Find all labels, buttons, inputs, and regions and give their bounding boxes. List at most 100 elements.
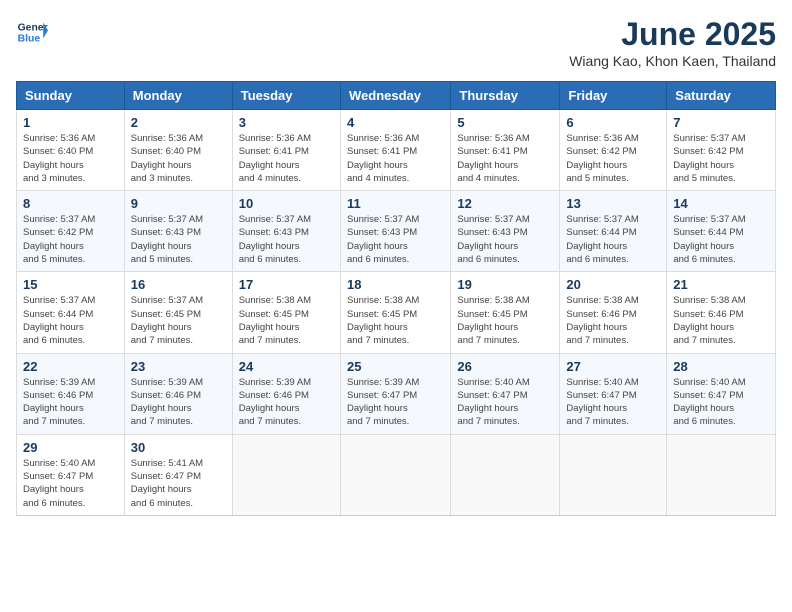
- calendar-day-cell: 6 Sunrise: 5:36 AMSunset: 6:42 PMDayligh…: [560, 110, 667, 191]
- calendar-day-cell: [560, 434, 667, 515]
- day-number: 15: [23, 277, 118, 292]
- day-detail: Sunrise: 5:37 AMSunset: 6:42 PMDaylight …: [673, 133, 745, 184]
- svg-text:Blue: Blue: [18, 34, 41, 45]
- calendar-day-cell: [232, 434, 340, 515]
- calendar-day-cell: 24 Sunrise: 5:39 AMSunset: 6:46 PMDaylig…: [232, 353, 340, 434]
- calendar-day-cell: 21 Sunrise: 5:38 AMSunset: 6:46 PMDaylig…: [667, 272, 776, 353]
- day-number: 7: [673, 115, 769, 130]
- calendar-day-cell: 18 Sunrise: 5:38 AMSunset: 6:45 PMDaylig…: [340, 272, 450, 353]
- day-detail: Sunrise: 5:40 AMSunset: 6:47 PMDaylight …: [23, 458, 95, 509]
- day-detail: Sunrise: 5:38 AMSunset: 6:45 PMDaylight …: [347, 295, 419, 346]
- weekday-header: Friday: [560, 82, 667, 110]
- calendar-day-cell: 5 Sunrise: 5:36 AMSunset: 6:41 PMDayligh…: [451, 110, 560, 191]
- day-detail: Sunrise: 5:37 AMSunset: 6:42 PMDaylight …: [23, 214, 95, 265]
- day-number: 10: [239, 196, 334, 211]
- calendar-day-cell: [667, 434, 776, 515]
- calendar-day-cell: 3 Sunrise: 5:36 AMSunset: 6:41 PMDayligh…: [232, 110, 340, 191]
- calendar-week-row: 29 Sunrise: 5:40 AMSunset: 6:47 PMDaylig…: [17, 434, 776, 515]
- day-number: 17: [239, 277, 334, 292]
- title-area: June 2025 Wiang Kao, Khon Kaen, Thailand: [569, 16, 776, 69]
- weekday-header: Tuesday: [232, 82, 340, 110]
- day-detail: Sunrise: 5:36 AMSunset: 6:41 PMDaylight …: [347, 133, 419, 184]
- calendar-week-row: 22 Sunrise: 5:39 AMSunset: 6:46 PMDaylig…: [17, 353, 776, 434]
- day-detail: Sunrise: 5:39 AMSunset: 6:46 PMDaylight …: [23, 377, 95, 428]
- day-detail: Sunrise: 5:36 AMSunset: 6:40 PMDaylight …: [131, 133, 203, 184]
- day-detail: Sunrise: 5:40 AMSunset: 6:47 PMDaylight …: [566, 377, 638, 428]
- calendar-day-cell: 22 Sunrise: 5:39 AMSunset: 6:46 PMDaylig…: [17, 353, 125, 434]
- day-detail: Sunrise: 5:40 AMSunset: 6:47 PMDaylight …: [457, 377, 529, 428]
- day-detail: Sunrise: 5:41 AMSunset: 6:47 PMDaylight …: [131, 458, 203, 509]
- day-detail: Sunrise: 5:37 AMSunset: 6:43 PMDaylight …: [131, 214, 203, 265]
- day-detail: Sunrise: 5:36 AMSunset: 6:40 PMDaylight …: [23, 133, 95, 184]
- day-detail: Sunrise: 5:39 AMSunset: 6:46 PMDaylight …: [239, 377, 311, 428]
- calendar-day-cell: 9 Sunrise: 5:37 AMSunset: 6:43 PMDayligh…: [124, 191, 232, 272]
- weekday-header: Thursday: [451, 82, 560, 110]
- calendar-day-cell: 28 Sunrise: 5:40 AMSunset: 6:47 PMDaylig…: [667, 353, 776, 434]
- location-title: Wiang Kao, Khon Kaen, Thailand: [569, 53, 776, 69]
- calendar-day-cell: 7 Sunrise: 5:37 AMSunset: 6:42 PMDayligh…: [667, 110, 776, 191]
- day-number: 21: [673, 277, 769, 292]
- page-header: General Blue June 2025 Wiang Kao, Khon K…: [16, 16, 776, 69]
- day-detail: Sunrise: 5:37 AMSunset: 6:43 PMDaylight …: [239, 214, 311, 265]
- day-number: 14: [673, 196, 769, 211]
- calendar-day-cell: 17 Sunrise: 5:38 AMSunset: 6:45 PMDaylig…: [232, 272, 340, 353]
- day-detail: Sunrise: 5:36 AMSunset: 6:41 PMDaylight …: [239, 133, 311, 184]
- day-number: 27: [566, 359, 660, 374]
- day-number: 5: [457, 115, 553, 130]
- weekday-header: Monday: [124, 82, 232, 110]
- calendar-day-cell: 23 Sunrise: 5:39 AMSunset: 6:46 PMDaylig…: [124, 353, 232, 434]
- day-number: 29: [23, 440, 118, 455]
- day-detail: Sunrise: 5:37 AMSunset: 6:43 PMDaylight …: [347, 214, 419, 265]
- day-number: 30: [131, 440, 226, 455]
- day-detail: Sunrise: 5:36 AMSunset: 6:42 PMDaylight …: [566, 133, 638, 184]
- month-title: June 2025: [569, 16, 776, 53]
- day-detail: Sunrise: 5:38 AMSunset: 6:45 PMDaylight …: [457, 295, 529, 346]
- logo-icon: General Blue: [16, 16, 48, 48]
- day-detail: Sunrise: 5:38 AMSunset: 6:46 PMDaylight …: [566, 295, 638, 346]
- calendar-day-cell: 4 Sunrise: 5:36 AMSunset: 6:41 PMDayligh…: [340, 110, 450, 191]
- calendar-day-cell: 29 Sunrise: 5:40 AMSunset: 6:47 PMDaylig…: [17, 434, 125, 515]
- day-number: 3: [239, 115, 334, 130]
- day-number: 26: [457, 359, 553, 374]
- calendar-day-cell: 14 Sunrise: 5:37 AMSunset: 6:44 PMDaylig…: [667, 191, 776, 272]
- day-number: 4: [347, 115, 444, 130]
- calendar-day-cell: 27 Sunrise: 5:40 AMSunset: 6:47 PMDaylig…: [560, 353, 667, 434]
- calendar-day-cell: 8 Sunrise: 5:37 AMSunset: 6:42 PMDayligh…: [17, 191, 125, 272]
- day-number: 11: [347, 196, 444, 211]
- day-detail: Sunrise: 5:37 AMSunset: 6:44 PMDaylight …: [566, 214, 638, 265]
- calendar-day-cell: [340, 434, 450, 515]
- day-number: 13: [566, 196, 660, 211]
- weekday-header: Wednesday: [340, 82, 450, 110]
- day-number: 25: [347, 359, 444, 374]
- day-detail: Sunrise: 5:39 AMSunset: 6:47 PMDaylight …: [347, 377, 419, 428]
- day-number: 6: [566, 115, 660, 130]
- calendar-table: SundayMondayTuesdayWednesdayThursdayFrid…: [16, 81, 776, 516]
- day-number: 12: [457, 196, 553, 211]
- logo: General Blue: [16, 16, 48, 48]
- day-detail: Sunrise: 5:37 AMSunset: 6:45 PMDaylight …: [131, 295, 203, 346]
- day-number: 8: [23, 196, 118, 211]
- weekday-header: Sunday: [17, 82, 125, 110]
- calendar-day-cell: 2 Sunrise: 5:36 AMSunset: 6:40 PMDayligh…: [124, 110, 232, 191]
- day-number: 2: [131, 115, 226, 130]
- day-number: 23: [131, 359, 226, 374]
- day-number: 28: [673, 359, 769, 374]
- day-detail: Sunrise: 5:39 AMSunset: 6:46 PMDaylight …: [131, 377, 203, 428]
- calendar-day-cell: 11 Sunrise: 5:37 AMSunset: 6:43 PMDaylig…: [340, 191, 450, 272]
- calendar-day-cell: 10 Sunrise: 5:37 AMSunset: 6:43 PMDaylig…: [232, 191, 340, 272]
- day-detail: Sunrise: 5:37 AMSunset: 6:44 PMDaylight …: [673, 214, 745, 265]
- calendar-day-cell: 15 Sunrise: 5:37 AMSunset: 6:44 PMDaylig…: [17, 272, 125, 353]
- day-number: 16: [131, 277, 226, 292]
- calendar-day-cell: 19 Sunrise: 5:38 AMSunset: 6:45 PMDaylig…: [451, 272, 560, 353]
- day-detail: Sunrise: 5:37 AMSunset: 6:43 PMDaylight …: [457, 214, 529, 265]
- calendar-day-cell: 30 Sunrise: 5:41 AMSunset: 6:47 PMDaylig…: [124, 434, 232, 515]
- calendar-week-row: 15 Sunrise: 5:37 AMSunset: 6:44 PMDaylig…: [17, 272, 776, 353]
- calendar-day-cell: 1 Sunrise: 5:36 AMSunset: 6:40 PMDayligh…: [17, 110, 125, 191]
- day-detail: Sunrise: 5:37 AMSunset: 6:44 PMDaylight …: [23, 295, 95, 346]
- day-number: 18: [347, 277, 444, 292]
- day-detail: Sunrise: 5:36 AMSunset: 6:41 PMDaylight …: [457, 133, 529, 184]
- day-number: 24: [239, 359, 334, 374]
- day-detail: Sunrise: 5:40 AMSunset: 6:47 PMDaylight …: [673, 377, 745, 428]
- calendar-day-cell: 16 Sunrise: 5:37 AMSunset: 6:45 PMDaylig…: [124, 272, 232, 353]
- day-detail: Sunrise: 5:38 AMSunset: 6:45 PMDaylight …: [239, 295, 311, 346]
